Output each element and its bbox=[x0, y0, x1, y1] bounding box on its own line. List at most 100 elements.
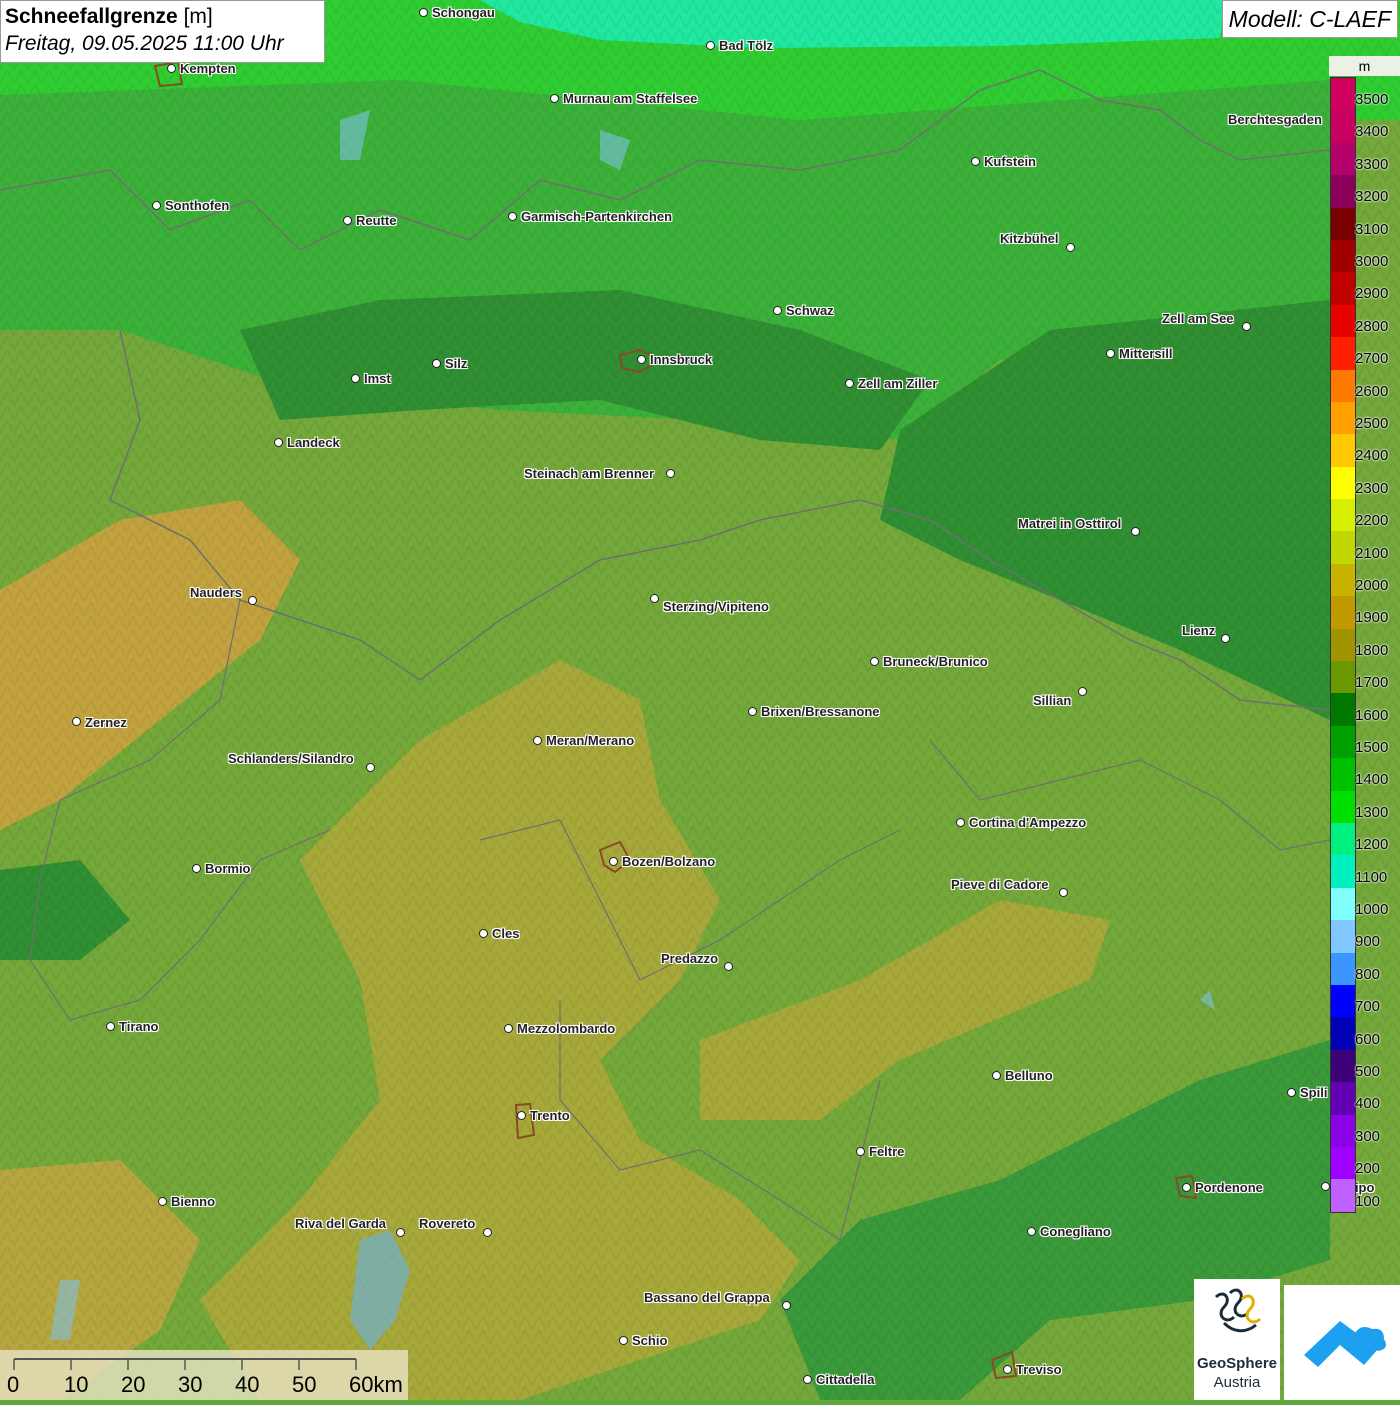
scale-label: 60km bbox=[349, 1372, 403, 1397]
city-marker bbox=[533, 736, 542, 745]
legend-label: 500 bbox=[1355, 1063, 1381, 1080]
legend-swatch bbox=[1331, 790, 1355, 823]
scale-bar: 0 10 20 30 40 50 60km bbox=[0, 1350, 408, 1400]
legend-label: 2200 bbox=[1355, 512, 1389, 530]
city-marker bbox=[1078, 687, 1087, 696]
legend-swatch bbox=[1331, 78, 1355, 111]
legend-label: 2000 bbox=[1355, 577, 1389, 594]
scale-label: 10 bbox=[64, 1372, 89, 1397]
map-datetime: Freitag, 09.05.2025 11:00 Uhr bbox=[5, 32, 284, 55]
city-marker bbox=[748, 707, 757, 716]
city-marker bbox=[637, 355, 646, 364]
city-marker bbox=[432, 359, 441, 368]
partner-logo bbox=[1284, 1285, 1400, 1400]
legend-label: 3300 bbox=[1355, 155, 1389, 173]
city-marker bbox=[517, 1111, 526, 1120]
city-marker bbox=[192, 864, 201, 873]
city-marker bbox=[508, 212, 517, 221]
legend-swatch bbox=[1331, 725, 1355, 759]
city-label: Rovereto bbox=[419, 1216, 476, 1231]
city-label: Steinach am Brenner bbox=[524, 466, 655, 481]
city-label: Bassano del Grappa bbox=[644, 1290, 770, 1305]
legend-swatch bbox=[1331, 887, 1355, 921]
legend-label: 3400 bbox=[1355, 123, 1389, 141]
city-label: Tirano bbox=[119, 1019, 159, 1034]
geosphere-country: Austria bbox=[1213, 1374, 1261, 1391]
legend-swatch bbox=[1331, 207, 1355, 240]
legend-swatch bbox=[1331, 272, 1355, 305]
geosphere-logo-icon bbox=[1214, 1288, 1262, 1333]
legend-swatch bbox=[1331, 369, 1355, 402]
city-label: Berchtesgaden bbox=[1228, 112, 1322, 127]
city-label: Landeck bbox=[287, 435, 340, 450]
city-label: Schlanders/Silandro bbox=[228, 751, 354, 766]
city-marker bbox=[650, 594, 659, 603]
city-label: Cortina d'Ampezzo bbox=[969, 815, 1087, 830]
legend-swatch bbox=[1331, 1146, 1355, 1180]
city-label: Reutte bbox=[356, 213, 397, 228]
city-marker bbox=[366, 763, 375, 772]
city-marker bbox=[1287, 1088, 1296, 1097]
city-marker bbox=[72, 717, 81, 726]
city-label: Zell am See bbox=[1162, 311, 1234, 326]
legend-swatch bbox=[1331, 499, 1355, 532]
city-marker bbox=[803, 1375, 812, 1384]
map-title-unit: [m] bbox=[183, 5, 213, 28]
scale-label: 30 bbox=[178, 1372, 203, 1397]
city-marker bbox=[167, 64, 176, 73]
scale-label: 0 bbox=[7, 1372, 20, 1397]
legend-unit: m bbox=[1329, 56, 1400, 76]
legend-label: 2600 bbox=[1355, 382, 1389, 400]
legend-label: 600 bbox=[1355, 1030, 1381, 1048]
legend-label: 1500 bbox=[1355, 739, 1389, 756]
legend-label: 1900 bbox=[1355, 609, 1389, 627]
city-label: Cles bbox=[492, 926, 520, 941]
legend-label: 2500 bbox=[1355, 415, 1389, 432]
model-label: Modell: C-LAEF bbox=[1221, 0, 1398, 38]
geosphere-logo: GeoSphere Austria bbox=[1194, 1279, 1280, 1400]
city-marker bbox=[1131, 527, 1140, 536]
city-marker bbox=[1106, 349, 1115, 358]
legend-swatch bbox=[1331, 466, 1355, 500]
city-marker bbox=[1003, 1365, 1012, 1374]
city-marker bbox=[396, 1228, 405, 1237]
legend-colorbar bbox=[1330, 77, 1356, 1213]
legend-label: 3100 bbox=[1355, 220, 1389, 238]
city-label: Zell am Ziller bbox=[858, 376, 938, 391]
map-title: Schneefallgrenze [m] bbox=[5, 4, 320, 30]
city-label: Bruneck/Brunico bbox=[883, 654, 988, 669]
legend-label: 1700 bbox=[1355, 674, 1389, 692]
city-marker bbox=[1242, 322, 1251, 331]
legend-label: 2400 bbox=[1355, 447, 1389, 465]
city-label: Mezzolombardo bbox=[517, 1021, 616, 1036]
city-label: Pieve di Cadore bbox=[951, 877, 1049, 892]
legend-label: 1100 bbox=[1355, 868, 1388, 886]
legend-swatch bbox=[1331, 1049, 1355, 1083]
legend-label: 700 bbox=[1355, 998, 1381, 1016]
city-marker bbox=[274, 438, 283, 447]
city-marker bbox=[483, 1228, 492, 1237]
legend-swatch bbox=[1331, 661, 1355, 694]
city-marker bbox=[152, 201, 161, 210]
city-label: Schwaz bbox=[786, 303, 834, 318]
legend-swatch bbox=[1331, 984, 1355, 1018]
legend-swatch bbox=[1331, 434, 1355, 467]
city-marker bbox=[971, 157, 980, 166]
legend-label: 400 bbox=[1355, 1095, 1381, 1113]
legend-label: 300 bbox=[1355, 1127, 1381, 1145]
city-marker bbox=[343, 216, 352, 225]
city-marker bbox=[1182, 1183, 1191, 1192]
city-marker bbox=[619, 1336, 628, 1345]
city-label: Lienz bbox=[1182, 623, 1216, 638]
city-marker bbox=[479, 929, 488, 938]
city-label: Feltre bbox=[869, 1144, 905, 1159]
city-label: Pordenone bbox=[1195, 1180, 1263, 1195]
legend-label: 200 bbox=[1355, 1160, 1381, 1178]
city-label: Kempten bbox=[180, 61, 236, 76]
city-marker bbox=[504, 1024, 513, 1033]
city-label: Meran/Merano bbox=[546, 733, 635, 748]
legend-label: 1300 bbox=[1355, 803, 1389, 821]
city-label: Kitzbühel bbox=[1000, 231, 1059, 246]
legend-swatch bbox=[1331, 531, 1355, 564]
city-marker bbox=[248, 596, 257, 605]
